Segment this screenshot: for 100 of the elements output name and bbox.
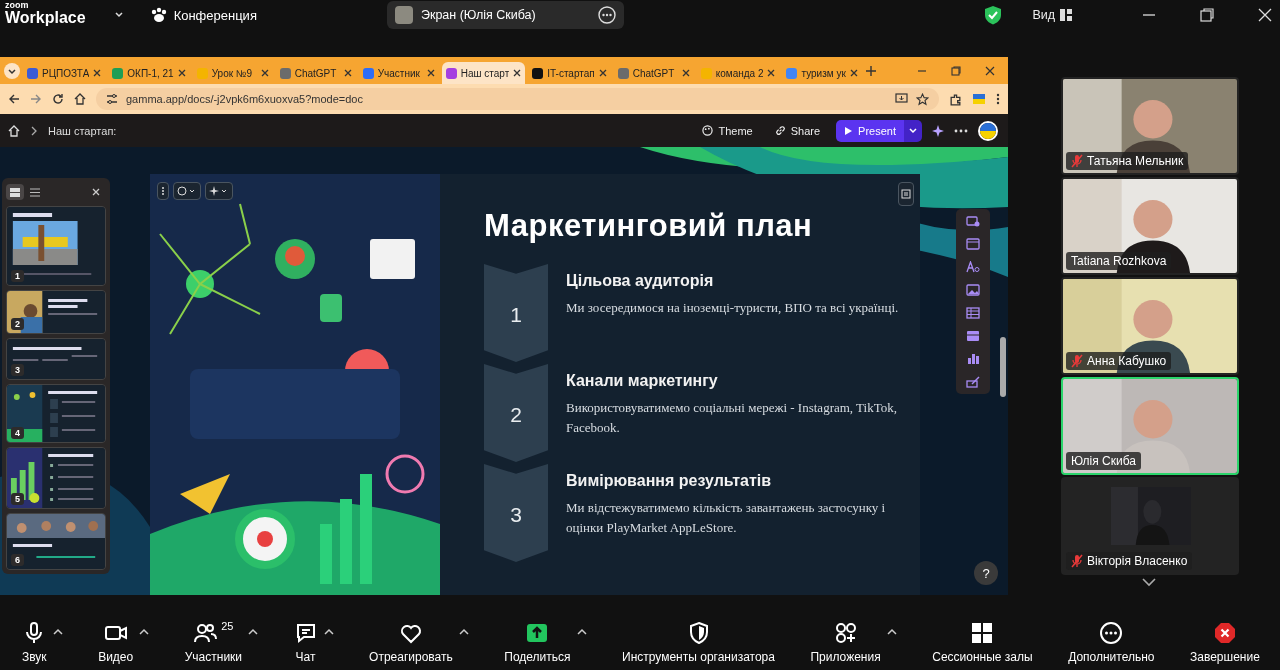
present-button[interactable]: Present <box>836 119 904 142</box>
toolbar-button[interactable]: Поделиться <box>504 620 571 664</box>
restore-icon[interactable] <box>951 65 961 76</box>
more-icon <box>1099 621 1124 645</box>
sparkle-icon[interactable] <box>205 182 233 200</box>
sparkle-icon[interactable] <box>932 124 944 137</box>
back-icon[interactable] <box>8 93 20 105</box>
step-text: Ми зосередимося на іноземці-туристи, ВПО та всі українці. <box>566 299 900 317</box>
palette-icon <box>702 125 714 136</box>
more-icon[interactable] <box>954 128 968 133</box>
present-menu-button[interactable] <box>904 119 922 142</box>
toolbar-button[interactable]: Сессионные залы <box>932 620 1033 664</box>
browser-tab[interactable]: ОКП-1, 21 <box>108 62 190 84</box>
install-icon[interactable] <box>895 93 908 105</box>
browser-tab[interactable]: Участник <box>358 62 439 84</box>
browser-tab[interactable]: ChatGPT <box>613 62 694 84</box>
close-icon[interactable] <box>343 69 352 77</box>
participant-name: Анна Кабушко <box>1087 354 1167 368</box>
chevron-right-icon <box>30 125 38 136</box>
participant-name: Татьяна Мельник <box>1087 154 1184 168</box>
toolbar-button[interactable]: Приложения <box>810 620 881 664</box>
caret-icon <box>113 10 124 20</box>
layout-icon[interactable] <box>966 238 980 250</box>
home-icon[interactable] <box>74 93 86 105</box>
toolbar-button[interactable]: Завершение <box>1190 620 1260 664</box>
step-heading: Вимірювання результатів <box>566 472 773 490</box>
toolbar-button[interactable]: Чат <box>293 620 318 664</box>
slide-number: 6 <box>11 554 24 566</box>
caret-icon-button[interactable] <box>113 10 124 20</box>
bar-chart-icon[interactable] <box>966 353 980 365</box>
theme-button[interactable]: Theme <box>696 121 759 140</box>
participant-name: Tatiana Rozhkova <box>1071 254 1167 268</box>
browser-tab[interactable]: ChatGPT <box>275 62 356 84</box>
browser-tab[interactable]: IT-стартап <box>528 62 611 84</box>
step-text: Використовуватимемо соціальні мережі - Instagram, TikTok, Facebook. <box>566 399 898 437</box>
participant-count: 25 <box>221 620 234 632</box>
banner-icon[interactable] <box>966 330 980 342</box>
new-tab-icon[interactable] <box>865 64 878 77</box>
browser-tab[interactable]: команда 2 <box>696 62 780 84</box>
close-icon[interactable] <box>513 69 522 77</box>
close-icon[interactable] <box>985 65 995 76</box>
shield-check-icon[interactable] <box>984 5 1003 25</box>
more-icon[interactable] <box>597 6 616 24</box>
site-settings-icon[interactable] <box>106 93 118 105</box>
flag-icon[interactable] <box>972 93 986 105</box>
palette-icon[interactable] <box>173 182 201 200</box>
step-heading: Канали маркетингу <box>566 372 719 390</box>
scrollbar[interactable] <box>1000 337 1006 397</box>
browser-tab[interactable]: туризм ук <box>782 62 863 84</box>
restore-icon[interactable] <box>1200 8 1214 22</box>
four-squares-icon <box>970 621 995 645</box>
slide-number: 1 <box>11 270 24 282</box>
dropdown-icon[interactable] <box>4 62 20 79</box>
close-icon[interactable] <box>598 69 607 77</box>
toolbar-button[interactable]: Звук <box>22 620 47 664</box>
step-badge: 1 <box>484 264 548 362</box>
close-icon[interactable] <box>260 69 269 77</box>
forward-icon[interactable] <box>30 93 42 105</box>
grid-view-icon[interactable] <box>6 184 24 200</box>
step-badge: 2 <box>484 364 548 462</box>
app-logo-small: zoom <box>5 0 30 10</box>
close-icon[interactable] <box>850 69 859 77</box>
close-icon[interactable] <box>177 69 186 77</box>
screen-share-bar[interactable]: Экран (Юлія Скиба) <box>386 1 624 29</box>
table-icon[interactable] <box>966 307 980 319</box>
kebab-icon[interactable] <box>996 93 1000 105</box>
text-icon[interactable] <box>966 261 980 273</box>
slide-title: Маркетинговий план <box>484 208 814 244</box>
close-icon[interactable] <box>426 69 435 77</box>
image-icon[interactable] <box>966 284 980 296</box>
toolbar-button[interactable]: Инструменты организатора <box>622 620 775 664</box>
kebab-icon[interactable] <box>157 182 169 200</box>
browser-tab[interactable]: Наш старт <box>441 62 526 84</box>
reload-icon[interactable] <box>52 93 64 105</box>
layout-icon <box>1060 9 1072 21</box>
share-button[interactable]: Share <box>768 121 827 140</box>
toolbar-button[interactable]: 25 Участники <box>184 620 243 664</box>
extensions-icon[interactable] <box>949 92 962 106</box>
close-icon[interactable] <box>681 69 690 77</box>
meeting-button[interactable]: Конференция <box>149 7 257 23</box>
browser-tab[interactable]: РЦПОЗТА <box>23 62 106 84</box>
card-add-icon[interactable] <box>966 215 980 227</box>
star-icon[interactable] <box>916 92 929 106</box>
toolbar-button[interactable]: Дополнительно <box>1068 620 1155 664</box>
toolbar-button[interactable]: Видео <box>98 620 134 664</box>
play-icon <box>844 125 854 136</box>
edit-icon[interactable] <box>966 376 980 388</box>
chevron-down-icon[interactable] <box>1141 577 1157 587</box>
view-button[interactable]: Вид <box>1026 5 1078 25</box>
close-icon[interactable] <box>93 69 102 77</box>
browser-tab[interactable]: Урок №9 <box>192 62 273 84</box>
address-bar[interactable]: gamma.app/docs/-j2vpk6m6xuoxva5?mode=doc <box>96 88 939 110</box>
step-badge: 3 <box>484 464 548 562</box>
user-avatar[interactable] <box>978 120 998 141</box>
screen-share-label: Экран (Юлія Скиба) <box>420 8 536 22</box>
toolbar-button[interactable]: Отреагировать <box>369 620 453 664</box>
close-icon[interactable] <box>767 69 776 77</box>
help-button[interactable]: ? <box>974 561 998 585</box>
participant-name: Вікторія Власенко <box>1087 554 1188 568</box>
breadcrumb[interactable]: Наш стартап: <box>48 124 117 137</box>
